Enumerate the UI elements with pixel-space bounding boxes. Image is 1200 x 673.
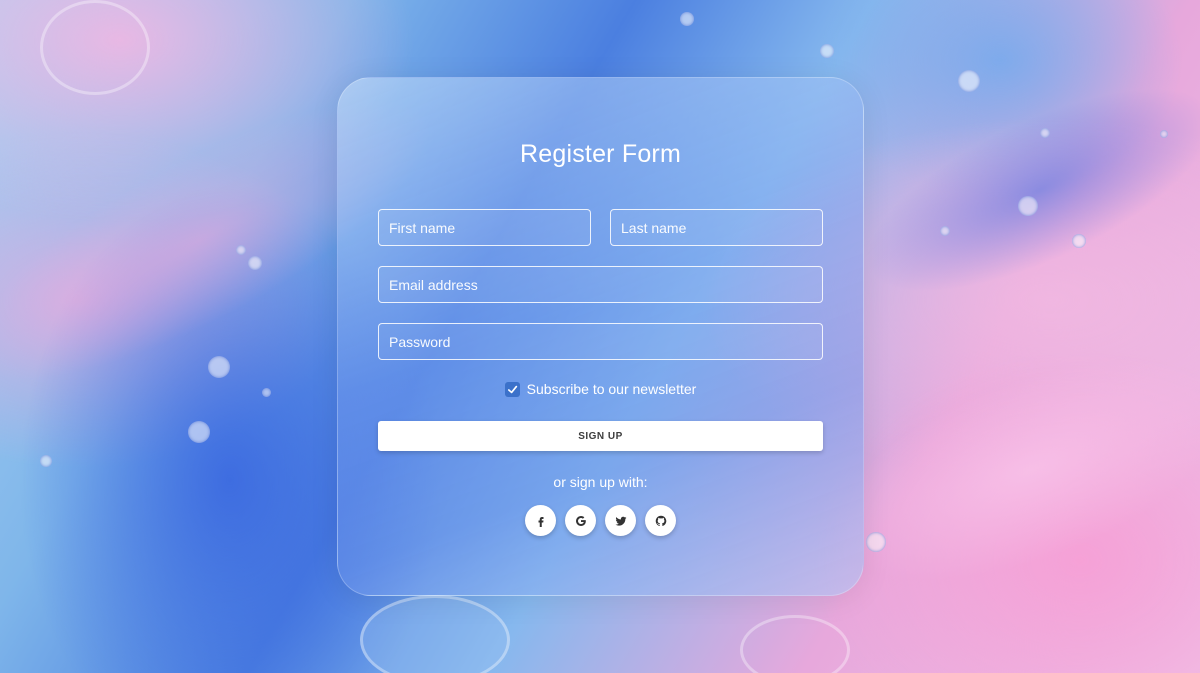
password-input[interactable] xyxy=(378,323,823,360)
background-bubble xyxy=(262,388,271,397)
facebook-icon xyxy=(538,516,543,527)
background-bubble xyxy=(866,532,886,552)
twitter-button[interactable] xyxy=(605,505,636,536)
background-bubble xyxy=(1040,128,1050,138)
twitter-icon xyxy=(615,516,626,526)
google-icon xyxy=(575,515,586,526)
background-bubble xyxy=(940,226,950,236)
github-button[interactable] xyxy=(645,505,676,536)
email-input[interactable] xyxy=(378,266,823,303)
background-swirl xyxy=(740,615,850,673)
background-bubble xyxy=(248,256,262,270)
background-bubble xyxy=(680,12,694,26)
background-bubble xyxy=(1072,234,1086,248)
check-icon xyxy=(507,385,517,393)
background-swirl xyxy=(838,46,1200,334)
sign-up-button[interactable]: SIGN UP xyxy=(378,421,823,451)
background-bubble xyxy=(1160,130,1168,138)
google-button[interactable] xyxy=(565,505,596,536)
background-bubble xyxy=(1018,196,1038,216)
background-bubble xyxy=(236,245,246,255)
facebook-button[interactable] xyxy=(525,505,556,536)
newsletter-checkbox[interactable] xyxy=(504,381,520,397)
background-bubble xyxy=(820,44,834,58)
github-icon xyxy=(655,515,666,526)
first-name-input[interactable] xyxy=(378,209,591,246)
newsletter-row: Subscribe to our newsletter xyxy=(338,381,863,397)
background-bubble xyxy=(188,421,210,443)
newsletter-label: Subscribe to our newsletter xyxy=(526,381,697,397)
background-bubble xyxy=(958,70,980,92)
social-buttons xyxy=(338,505,863,536)
register-card: Register Form Subscribe to our newslette… xyxy=(337,77,864,596)
alt-signup-text: or sign up with: xyxy=(553,474,648,490)
background-bubble xyxy=(208,356,230,378)
form-title: Register Form xyxy=(520,140,681,168)
last-name-input[interactable] xyxy=(610,209,823,246)
background-swirl xyxy=(360,595,510,673)
background-bubble xyxy=(40,455,52,467)
background-swirl xyxy=(40,0,150,95)
